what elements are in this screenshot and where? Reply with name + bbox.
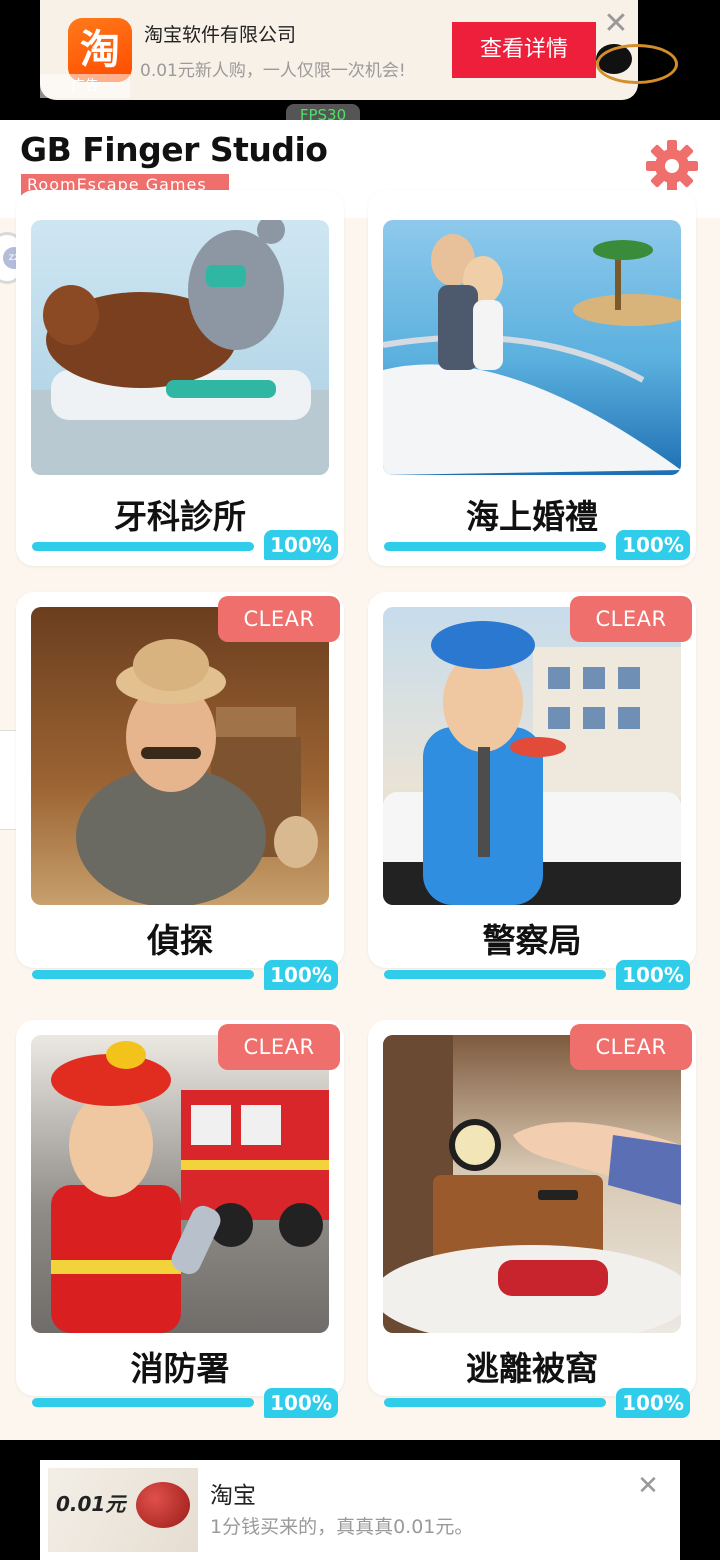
ad-title: 淘宝: [210, 1483, 256, 1509]
top-ad-banner[interactable]: 淘 广告 淘宝软件有限公司 0.01元新人购，一人仅限一次机会! 查看详情 ✕: [40, 0, 678, 100]
clear-badge: CLEAR: [218, 596, 340, 642]
progress-bar: [384, 970, 606, 979]
game-card-detective[interactable]: CLEAR 偵探 100%: [16, 592, 344, 990]
game-title: 偵探: [147, 921, 213, 960]
game-thumbnail: [383, 220, 681, 475]
progress-bar: [384, 1398, 606, 1407]
fruit-illustration: [136, 1482, 190, 1528]
game-thumbnail: [31, 607, 329, 905]
ad-description: 0.01元新人购，一人仅限一次机会!: [140, 61, 406, 81]
taobao-logo-icon: 淘: [68, 18, 132, 82]
progress-badge: 100%: [264, 1388, 338, 1418]
game-thumbnail: [31, 220, 329, 475]
progress-bar: [32, 542, 254, 551]
game-thumbnail: [383, 1035, 681, 1333]
progress-bar: [384, 542, 606, 551]
ad-view-details-button[interactable]: 查看详情: [452, 22, 596, 78]
game-thumbnail: [31, 1035, 329, 1333]
bottom-ad-banner[interactable]: 0.01元 淘宝 1分钱买来的，真真真0.01元。 ✕: [40, 1460, 680, 1560]
progress-badge: 100%: [264, 960, 338, 990]
game-title: 消防署: [130, 1349, 230, 1388]
game-thumbnail: [383, 607, 681, 905]
clear-badge: CLEAR: [570, 1024, 692, 1070]
game-card-bed-escape[interactable]: CLEAR 逃離被窩 100%: [368, 1020, 696, 1418]
game-title: 警察局: [482, 921, 582, 960]
clear-badge: CLEAR: [218, 1024, 340, 1070]
game-list-screen: GB Finger Studio RoomEscape Games zz 牙科診…: [0, 120, 720, 1440]
progress-bar: [32, 970, 254, 979]
ad-image: 0.01元: [48, 1468, 198, 1552]
decoration-ring: [596, 44, 678, 84]
clear-badge: CLEAR: [570, 596, 692, 642]
progress-bar: [32, 1398, 254, 1407]
game-title: 逃離被窩: [466, 1349, 598, 1388]
game-card-wedding[interactable]: 海上婚禮 100%: [368, 190, 696, 566]
progress-badge: 100%: [616, 1388, 690, 1418]
progress-badge: 100%: [264, 530, 338, 560]
game-card-fire-station[interactable]: CLEAR 消防署 100%: [16, 1020, 344, 1418]
progress-badge: 100%: [616, 530, 690, 560]
game-card-dental[interactable]: 牙科診所 100%: [16, 190, 344, 566]
ad-close-icon[interactable]: ✕: [636, 1473, 660, 1499]
ad-label: 广告: [40, 74, 130, 98]
progress-badge: 100%: [616, 960, 690, 990]
ad-close-icon[interactable]: ✕: [602, 9, 630, 39]
settings-gear-icon[interactable]: [644, 138, 700, 194]
ad-image-price: 0.01元: [56, 1492, 126, 1516]
ad-title: 淘宝软件有限公司: [144, 24, 297, 46]
brand-title: GB Finger Studio: [20, 130, 328, 169]
ad-description: 1分钱买来的，真真真0.01元。: [210, 1516, 474, 1538]
game-card-police[interactable]: CLEAR 警察局 100%: [368, 592, 696, 990]
